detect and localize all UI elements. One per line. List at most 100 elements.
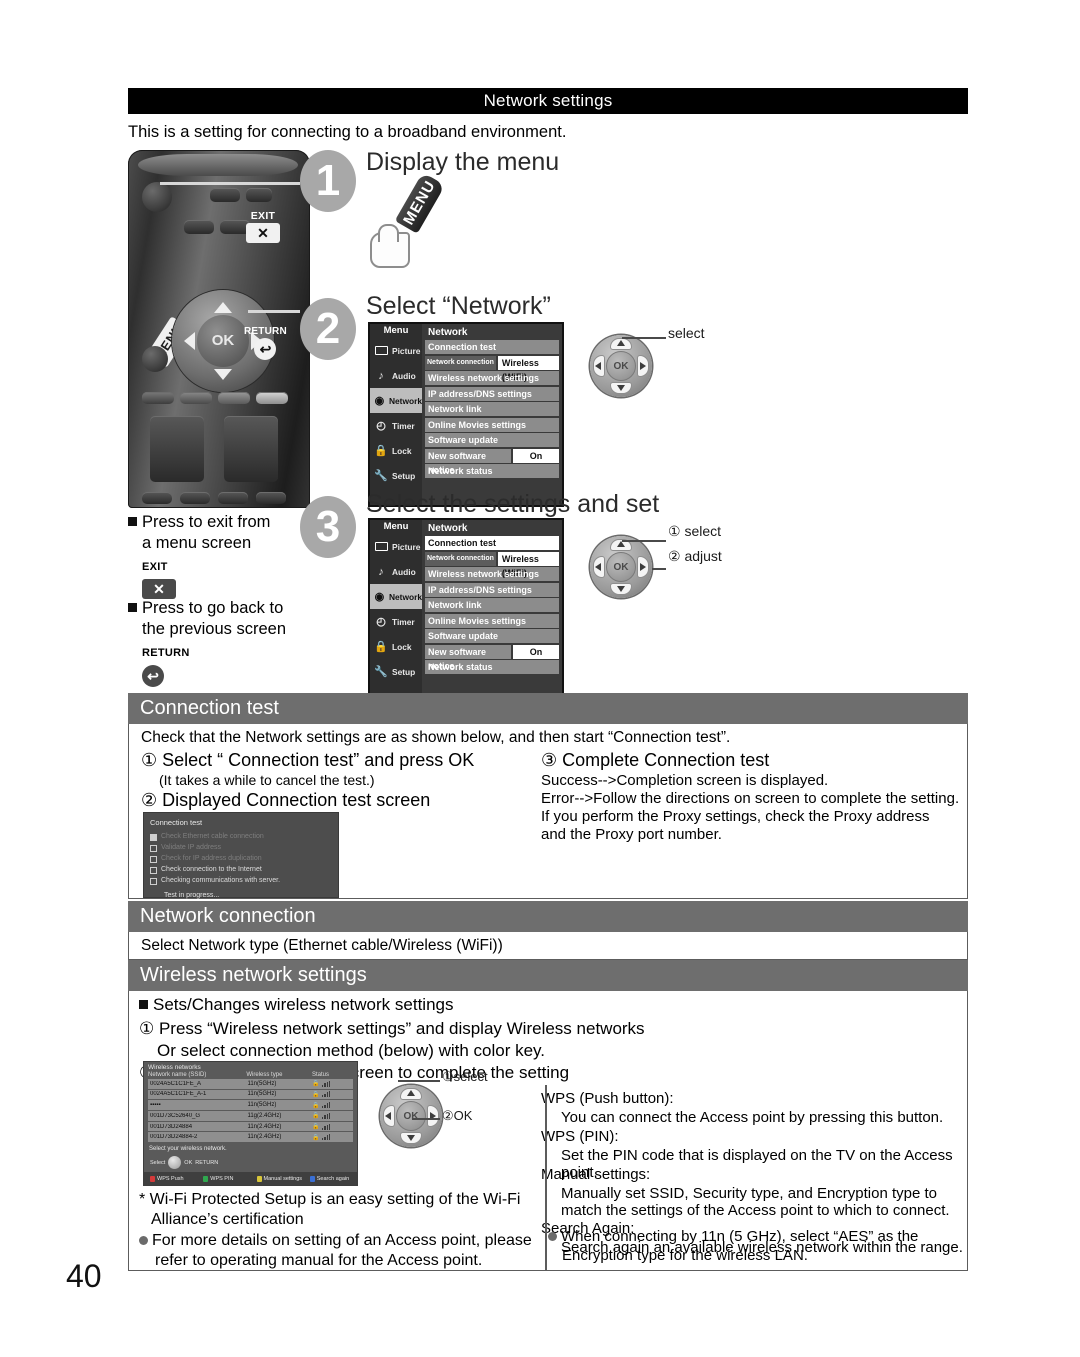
tv-menu-sidebar-item-lock[interactable]: 🔒 Lock [370,438,422,463]
tv-menu-sidebar-label: Picture [392,345,421,356]
wireless-bullet-text: Sets/Changes wireless network settings [153,995,454,1014]
tv-menu-item-online-movies-settings[interactable]: Online Movies settings [425,613,559,628]
dpad-down-arrow-icon [617,586,625,592]
square-bullet-icon [128,517,137,526]
wireless-step1: ① Press “Wireless network settings” and … [139,1019,645,1038]
tv-menu-item-ip-address-dns-settings[interactable]: IP address/DNS settings [425,386,559,401]
tv-menu-item-label: Network connection [425,551,496,566]
wps-push-title: WPS (Push button): [541,1090,674,1107]
signal-strength-icon [321,1123,331,1130]
dpad-diagram-step3: OK [590,536,652,598]
dpad-left-arrow-icon [595,362,601,370]
tv-menu-item-new-software-notice[interactable]: New software notice On [425,448,559,475]
page-title: Network settings [128,88,968,114]
section-body-network-connection: Select Network type (Ethernet cable/Wire… [128,932,968,960]
section-header-connection-test: Connection test [128,693,968,724]
tv-menu-sidebar-item-audio[interactable]: ♪ Audio [370,559,422,584]
color-key-label: WPS Push [157,1175,184,1182]
remote-large-button [150,416,204,482]
connection-test-step1: ① Select “ Connection test” and press OK [141,750,475,770]
tv-menu-item-network-connection[interactable]: Network connection Wireless (WiFi) [425,551,559,578]
step-1-title: Display the menu [366,148,560,176]
remote-button [218,492,248,504]
wireless-ssid: 001D73C52640_G [150,1112,201,1119]
remote-exit-label: EXIT [250,210,276,222]
wireless-network-row[interactable]: 001D73D24884 11n(2.4GHz) 🔒 [148,1121,353,1132]
connection-test-progress: Test in progress... [164,892,220,899]
connection-test-screen-title: Connection test [150,818,203,827]
tv-menu-item-software-update[interactable]: Software update [425,433,559,447]
wireless-note-bullet1: When connecting by 11n (5 GHz), select “… [548,1228,918,1245]
tv-menu-items: Connection test Network connection Wireles… [425,536,559,698]
wireless-network-row[interactable]: ▪▪▪▪▪ 11n(5GHz) 🔒 [148,1100,353,1110]
wireless-network-row[interactable]: 001D73C52640_G 11g(2.4GHz) 🔒 [148,1111,353,1121]
color-key-wps-push[interactable]: WPS Push [144,1175,197,1182]
tv-menu-sidebar-item-setup[interactable]: 🔧 Setup [370,463,422,488]
tv-menu-sidebar-item-lock[interactable]: 🔒 Lock [370,634,422,659]
tv-menu-item-network-link[interactable]: Network link [425,598,559,612]
wireless-status: 🔒 [312,1112,353,1119]
callout-line [412,1118,440,1120]
tv-menu-item-network-status[interactable]: Network status [425,660,559,674]
tv-menu-screenshot-step3: Menu Picture ♪ Audio ◉ Network ◴ Timer 🔒 Lock 🔧 Se… [368,518,564,703]
wireless-type: 11n(5GHz) [247,1080,277,1087]
timer-clock-icon: ◴ [376,616,386,628]
wireless-table-rows: 0024A5C1C1FE_A 11n(5GHz) 🔒 0024A5C1C1FE_A-1… [144,1079,357,1142]
footnote-star-line2: Alliance’s certification [151,1211,304,1228]
wireless-network-row[interactable]: 001D73D24884-2 11n(2.4GHz) 🔒 [148,1132,353,1142]
tv-menu-item-label: New software notice [425,644,511,671]
connection-test-right-line4: and the Proxy port number. [541,826,722,843]
checkbox-icon [150,844,157,852]
wireless-network-row[interactable]: 0024A5C1C1FE_A-1 11n(5GHz) 🔒 [148,1089,353,1100]
tv-menu-sidebar-label: Network [388,591,422,602]
callout-wireless-ok: ②OK [442,1108,473,1123]
tv-menu-item-value: Wireless (WiFi) [497,551,559,578]
wireless-network-row[interactable]: 0024A5C1C1FE_A 11n(5GHz) 🔒 [148,1079,353,1089]
tv-menu-item-network-link[interactable]: Network link [425,402,559,416]
wireless-key-ok: OK [184,1159,193,1166]
tv-menu-sidebar-item-picture[interactable]: Picture [370,338,422,363]
return-instruction-line1: Press to go back to [142,599,284,617]
tv-menu-sidebar-item-timer[interactable]: ◴ Timer [370,413,422,438]
connection-test-right-line3: If you perform the Proxy settings, check… [541,808,930,825]
remote-button [184,220,214,234]
tv-menu-item-software-update[interactable]: Software update [425,629,559,643]
tv-menu-sidebar-item-audio[interactable]: ♪ Audio [370,363,422,388]
step-1-number: 1 [300,150,356,212]
wireless-status: 🔒 [312,1080,353,1087]
tv-menu-item-connection-test[interactable]: Connection test [425,536,559,550]
color-key-manual-settings[interactable]: Manual settings [251,1175,304,1182]
tv-menu-item-network-status[interactable]: Network status [425,464,559,478]
manual-settings-title: Manual settings: [541,1166,651,1183]
remote-button [180,492,210,504]
tv-menu-item-network-connection[interactable]: Network connection Wireless (WiFi) [425,355,559,382]
tv-menu-sidebar-item-picture[interactable]: Picture [370,534,422,559]
color-key-search-again[interactable]: Search again [304,1175,357,1182]
wireless-networks-screenshot: Wireless networks Network name (SSID) Wi… [143,1061,358,1186]
mini-dpad-icon [168,1156,182,1170]
picture-icon [373,540,389,554]
remote-exit-glyph: ✕ [246,223,280,243]
remote-top-curve [138,154,298,176]
tv-menu-sidebar-item-network[interactable]: ◉ Network [370,584,422,609]
tv-menu-sidebar-label: Timer [392,616,415,627]
tv-menu-header: Menu [370,520,422,534]
lock-icon: 🔒 [312,1081,320,1088]
tv-menu-item-new-software-notice[interactable]: New software notice On [425,644,559,671]
tv-menu-item-ip-address-dns-settings[interactable]: IP address/DNS settings [425,582,559,597]
connection-test-intro: Check that the Network settings are as s… [141,729,731,746]
tv-menu-item-wireless-network-settings[interactable]: Wireless network settings [425,567,559,581]
callout-wireless-select: ①select [442,1069,488,1084]
signal-strength-icon [321,1134,331,1141]
setup-wrench-icon: 🔧 [374,666,388,678]
tv-menu-sidebar-item-setup[interactable]: 🔧 Setup [370,659,422,684]
tv-menu-item-connection-test[interactable]: Connection test [425,340,559,354]
square-bullet-icon [128,603,137,612]
tv-menu-item-wireless-network-settings[interactable]: Wireless network settings [425,371,559,385]
color-key-wps-pin[interactable]: WPS PIN [197,1175,250,1182]
setup-wrench-icon: 🔧 [374,470,388,482]
tv-menu-item-online-movies-settings[interactable]: Online Movies settings [425,417,559,432]
tv-menu-sidebar-item-timer[interactable]: ◴ Timer [370,609,422,634]
tv-menu-item-value: Wireless (WiFi) [497,355,559,382]
tv-menu-sidebar-item-network[interactable]: ◉ Network [370,388,422,413]
